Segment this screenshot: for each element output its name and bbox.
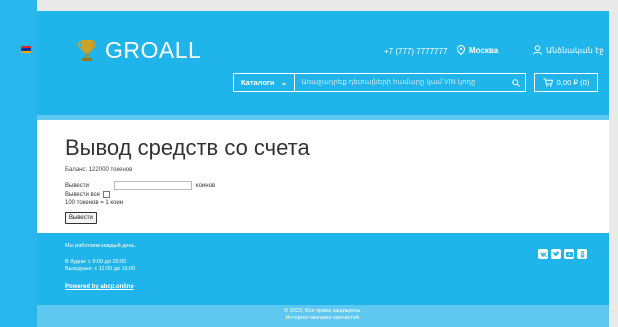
location-pin-icon [457,45,465,55]
cart-button[interactable]: 0,00 ₽ (0) [534,73,598,92]
social-links [538,249,587,259]
logo[interactable]: GROALL [77,37,201,64]
copyright-bar: © 2023, Все права защищены. Интернет-маг… [37,305,609,327]
side-strip [0,0,37,327]
main-content: Вывод средств со счета [65,135,310,161]
withdraw-unit: коинов [195,182,216,189]
odnoklassniki-icon[interactable] [577,249,587,259]
logo-text: GROALL [105,37,202,63]
language-flag-icon[interactable] [21,46,31,53]
withdraw-amount-input[interactable] [113,181,192,190]
copyright-text: © 2023, Все права защищены. Интернет-маг… [37,308,609,322]
balance-text: Баланс: 122000 токенов [65,167,133,173]
twitter-icon[interactable] [551,249,561,259]
withdraw-all-label: Вывести все [65,191,100,198]
withdraw-all-checkbox[interactable] [103,191,110,198]
page-title: Вывод средств со счета [65,135,310,160]
exchange-rate: 100 токенов = 1 коин [65,200,124,206]
copyright-line-2: Интернет-магазин запчастей. [285,315,361,321]
chevron-down-icon: ⌄ [280,78,288,87]
cart-icon [543,78,553,87]
withdraw-row: Вывести коинов [65,181,215,190]
cart-total: 0,00 ₽ (0) [556,78,590,87]
trophy-icon [78,39,96,61]
work-hours-title: Мы работаем каждый день. [65,243,136,249]
weekend-hours: Выходные: с 11:00 до 15:00 [65,266,136,272]
catalog-dropdown[interactable]: Каталоги ⌄ [234,74,296,91]
search-bar: Каталоги ⌄ [233,73,526,92]
city-label: Москва [469,45,499,55]
vk-icon[interactable] [538,249,548,259]
login-label: Անձնական էջ [546,45,604,55]
youtube-icon[interactable] [564,249,574,259]
page: GROALL +7 (777) 7777777 Москва Անձնական … [37,11,609,327]
withdraw-all-row: Вывести все [65,191,110,198]
weekday-hours: В будни: с 9:00 до 20:00 [65,259,127,265]
phone-number[interactable]: +7 (777) 7777777 [384,47,447,56]
copyright-line-1: © 2023, Все права защищены. [284,308,362,314]
footer: Мы работаем каждый день. В будни: с 9:00… [37,233,609,305]
city-selector[interactable]: Москва [457,45,498,55]
user-icon [533,45,542,55]
search-icon[interactable] [507,78,525,87]
withdraw-button[interactable]: Вывести [65,212,97,224]
withdraw-label: Вывести [65,182,89,189]
powered-by-link[interactable]: Powered by abcp.online [65,284,134,290]
catalog-label: Каталоги [241,78,275,87]
header: GROALL +7 (777) 7777777 Москва Անձնական … [37,11,609,115]
login-link[interactable]: Անձնական էջ [533,45,604,55]
header-divider [37,115,609,120]
search-input[interactable] [295,75,507,90]
